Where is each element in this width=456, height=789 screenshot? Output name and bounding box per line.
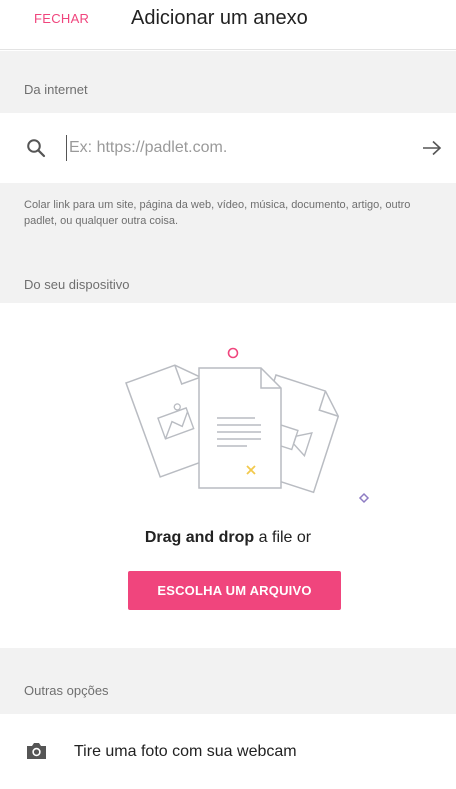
dialog-title: Adicionar um anexo (131, 7, 308, 29)
drop-text-rest: a file or (254, 529, 312, 546)
drop-text-bold: Drag and drop (144, 529, 255, 546)
dialog-header: FECHAR Adicionar um anexo (0, 0, 456, 50)
other-options-label: Outras opções (24, 683, 109, 698)
decor-diamond (358, 492, 370, 504)
choose-file-button[interactable]: ESCOLHA UM ARQUIVO (128, 571, 341, 610)
drop-instructions: Drag and drop a file or (0, 529, 456, 547)
camera-icon (27, 743, 46, 759)
file-drop-zone[interactable]: Drag and drop a file or ESCOLHA UM ARQUI… (0, 303, 456, 648)
webcam-option-label: Tire uma foto com sua webcam (74, 743, 297, 760)
url-help-text: Colar link para um site, página da web, … (24, 199, 411, 227)
files-illustration (125, 347, 370, 504)
internet-section-label: Da internet (24, 82, 88, 97)
search-icon (27, 139, 46, 158)
url-input-row (0, 113, 456, 183)
internet-section-header: Da internet (0, 51, 456, 113)
device-section-label: Do seu dispositivo (24, 277, 130, 292)
arrow-right-icon[interactable] (422, 140, 442, 156)
close-button[interactable]: FECHAR (34, 11, 89, 26)
url-input[interactable] (66, 135, 406, 161)
decor-circle (227, 347, 239, 359)
webcam-option[interactable]: Tire uma foto com sua webcam (0, 714, 456, 789)
help-block: Colar link para um site, página da web, … (0, 183, 456, 303)
other-options-section-header: Outras opções (0, 648, 456, 714)
document-file-icon (198, 367, 282, 489)
